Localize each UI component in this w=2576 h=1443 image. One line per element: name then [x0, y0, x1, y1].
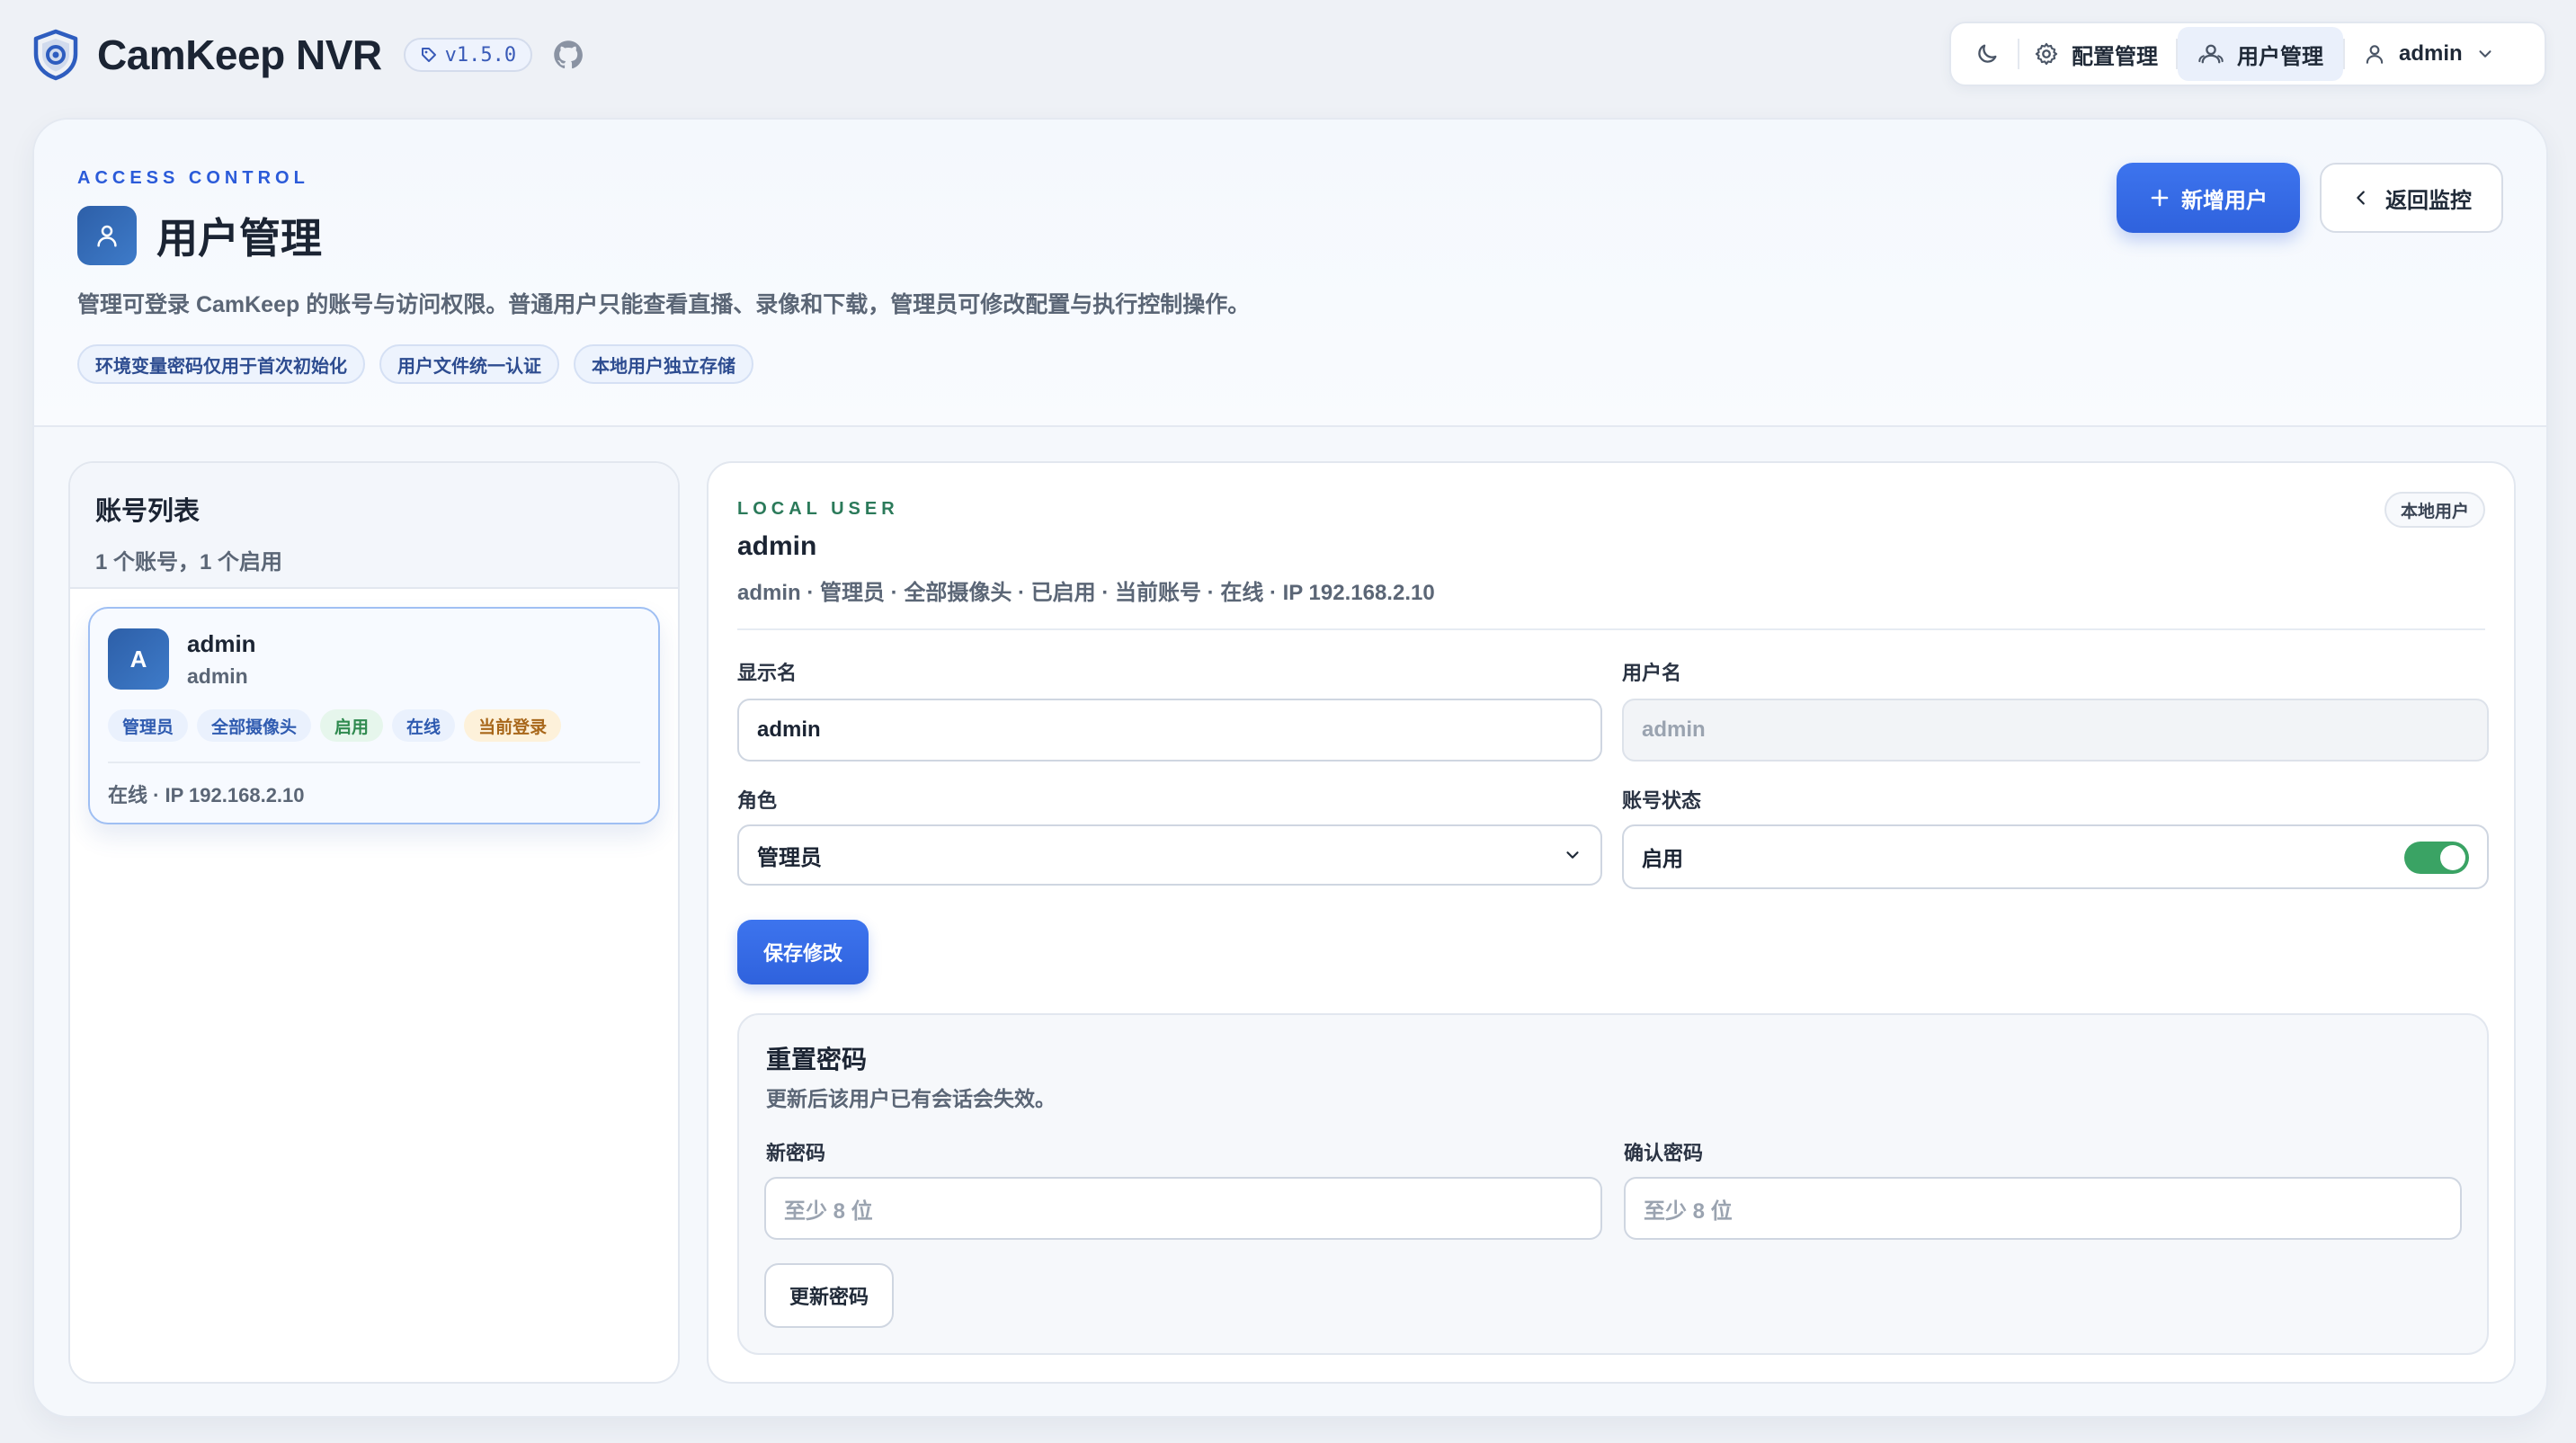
back-to-monitor-button[interactable]: 返回监控: [2320, 163, 2503, 233]
save-changes-button[interactable]: 保存修改: [737, 920, 869, 984]
app-name: CamKeep NVR: [97, 31, 382, 78]
account-status-label: 账号状态: [1622, 789, 1702, 812]
new-password-label: 新密码: [766, 1142, 826, 1164]
user-status-line: 在线 · IP 192.168.2.10: [108, 784, 305, 806]
account-list-panel: 账号列表 1 个账号，1 个启用 A admin admin 管理员 全部摄像头…: [68, 461, 680, 1384]
role-select-value: 管理员: [757, 845, 822, 870]
display-name-label: 显示名: [737, 662, 798, 684]
account-status-toggle[interactable]: [2404, 842, 2469, 874]
moon-icon: [1974, 41, 2000, 67]
user-menu-button[interactable]: admin: [2345, 27, 2513, 81]
divider: [108, 762, 640, 763]
chevron-down-icon: [1563, 845, 1582, 865]
current-login-badge: 当前登录: [464, 709, 562, 742]
hero-title-row: 用户管理: [77, 206, 322, 265]
nav-users-button[interactable]: 用户管理: [2178, 27, 2343, 81]
display-name-input[interactable]: admin: [737, 699, 1602, 762]
top-nav: 配置管理 用户管理 admin: [1949, 22, 2546, 86]
nav-config-label: 配置管理: [2072, 44, 2158, 69]
enabled-badge: 启用: [320, 709, 384, 742]
hero-eyebrow: ACCESS CONTROL: [77, 168, 309, 188]
version-text: v1.5.0: [444, 43, 517, 67]
user-type-badge: 本地用户: [2384, 492, 2485, 528]
github-icon[interactable]: [552, 39, 584, 71]
brand: CamKeep NVR v1.5.0: [32, 27, 584, 83]
tag-icon: [420, 46, 438, 64]
new-password-input[interactable]: 至少 8 位: [764, 1177, 1602, 1240]
info-chip: 用户文件统一认证: [379, 344, 559, 384]
account-status-field: 启用: [1622, 824, 2489, 889]
account-list-title: 账号列表: [95, 497, 201, 526]
user-detail-panel: LOCAL USER admin admin · 管理员 · 全部摄像头 · 已…: [707, 461, 2516, 1384]
confirm-password-label: 确认密码: [1624, 1142, 1704, 1164]
online-badge: 在线: [392, 709, 456, 742]
back-label: 返回监控: [2385, 188, 2472, 213]
add-user-button[interactable]: 新增用户: [2117, 163, 2300, 233]
confirm-password-input[interactable]: 至少 8 位: [1624, 1177, 2462, 1240]
user-icon: [2363, 42, 2386, 66]
user-list-item[interactable]: A admin admin 管理员 全部摄像头 启用 在线 当前登录 在线 · …: [88, 607, 660, 824]
avatar: A: [108, 628, 169, 690]
account-status-value: 启用: [1642, 847, 1683, 870]
reset-password-title: 重置密码: [766, 1046, 868, 1073]
username-input: admin: [1622, 699, 2489, 762]
reset-password-section: 重置密码 更新后该用户已有会话会失效。 新密码 至少 8 位 确认密码 至少 8…: [737, 1013, 2489, 1355]
user-tags: 管理员 全部摄像头 启用 在线 当前登录: [108, 709, 562, 742]
user-menu-label: admin: [2399, 41, 2463, 66]
toggle-knob: [2440, 845, 2465, 870]
detail-eyebrow: LOCAL USER: [737, 499, 899, 519]
account-list-summary: 1 个账号，1 个启用: [95, 550, 283, 575]
account-list-header: 账号列表 1 个账号，1 个启用: [70, 463, 678, 589]
page-description: 管理可登录 CamKeep 的账号与访问权限。普通用户只能查看直播、录像和下载，…: [77, 292, 1251, 317]
page-title: 用户管理: [156, 215, 322, 262]
info-chip: 环境变量密码仅用于首次初始化: [77, 344, 365, 384]
page-hero: ACCESS CONTROL 用户管理 管理可登录 CamKeep 的账号与访问…: [34, 120, 2546, 427]
nav-config-button[interactable]: 配置管理: [2019, 27, 2176, 81]
plus-icon: [2149, 187, 2170, 209]
theme-toggle-button[interactable]: [1957, 27, 2018, 81]
role-label: 角色: [737, 789, 778, 812]
user-display-name: admin: [187, 630, 256, 657]
info-chip: 本地用户独立存储: [574, 344, 753, 384]
gear-icon: [2034, 41, 2059, 67]
camera-scope-badge: 全部摄像头: [197, 709, 312, 742]
chevron-left-icon: [2351, 188, 2371, 208]
detail-user-name: admin: [737, 531, 817, 561]
detail-user-meta: admin · 管理员 · 全部摄像头 · 已启用 · 当前账号 · 在线 · …: [737, 581, 1435, 605]
role-badge: 管理员: [108, 709, 189, 742]
reset-password-subtitle: 更新后该用户已有会话会失效。: [766, 1087, 1056, 1110]
update-password-button[interactable]: 更新密码: [764, 1263, 894, 1328]
role-select[interactable]: 管理员: [737, 824, 1602, 886]
add-user-label: 新增用户: [2181, 188, 2268, 213]
main-card: ACCESS CONTROL 用户管理 管理可登录 CamKeep 的账号与访问…: [32, 118, 2548, 1418]
username-label: 用户名: [1622, 662, 1682, 684]
info-chips: 环境变量密码仅用于首次初始化 用户文件统一认证 本地用户独立存储: [77, 344, 753, 384]
nav-users-label: 用户管理: [2237, 44, 2323, 69]
shield-logo-icon[interactable]: [32, 29, 79, 81]
divider: [737, 628, 2485, 630]
version-badge: v1.5.0: [403, 38, 533, 72]
users-icon: [2197, 41, 2224, 67]
chevron-down-icon: [2475, 44, 2495, 64]
user-icon: [77, 206, 137, 265]
user-username: admin: [187, 664, 248, 688]
hero-actions: 新增用户 返回监控: [2117, 163, 2503, 233]
top-header: CamKeep NVR v1.5.0 配置管理 用户管理 admin: [0, 0, 2576, 112]
